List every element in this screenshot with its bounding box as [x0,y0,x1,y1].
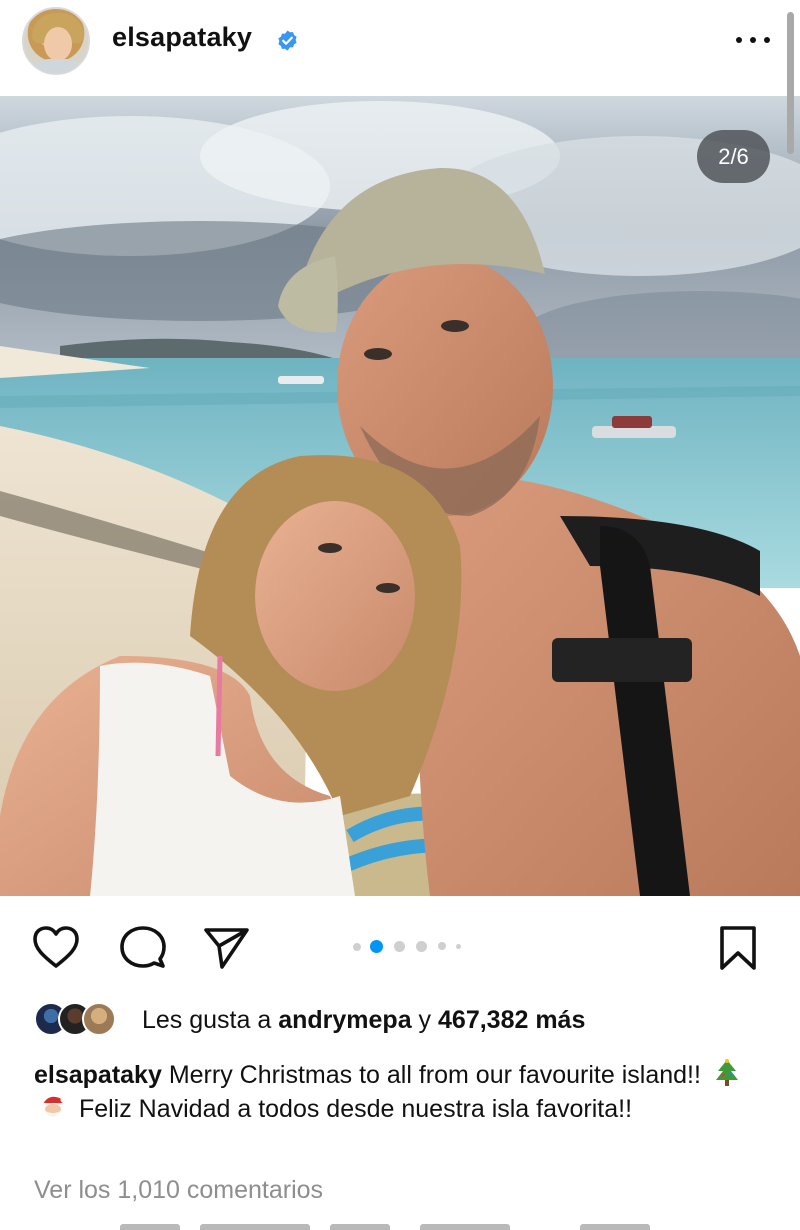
liked-by-username[interactable]: andrymepa [278,1006,411,1034]
likes-text: Les gusta a andrymepa y 467,382 más [142,1006,586,1034]
heart-icon[interactable] [30,922,82,974]
post-header: elsapataky [0,0,800,96]
post-actions-bar [0,896,800,996]
carousel-pagination-dots [350,940,470,954]
post-caption: elsapataky Merry Christmas to all from o… [34,1058,774,1126]
next-row-cutoff [120,1220,680,1230]
santa-emoji-icon [42,1096,66,1117]
comment-icon[interactable] [116,922,168,974]
more-horizontal-icon[interactable] [733,30,773,50]
christmas-tree-emoji-icon [715,1059,738,1086]
scrollbar-thumb[interactable] [787,12,794,154]
bookmark-icon[interactable] [714,922,762,974]
profile-avatar[interactable] [22,7,90,75]
view-comments-link[interactable]: Ver los 1,010 comentarios [34,1176,323,1205]
likes-count[interactable]: 467,382 más [438,1006,585,1034]
post-username[interactable]: elsapataky [112,22,252,53]
send-icon[interactable] [200,922,252,974]
liker-avatar [82,1002,116,1036]
post-photo[interactable] [0,96,800,896]
caption-username[interactable]: elsapataky [34,1061,162,1089]
beach-selfie-image [0,96,800,896]
likes-summary[interactable]: Les gusta a andrymepa y 467,382 más [34,1000,774,1040]
verified-badge-icon [278,30,297,51]
carousel-counter: 2/6 [697,130,770,183]
